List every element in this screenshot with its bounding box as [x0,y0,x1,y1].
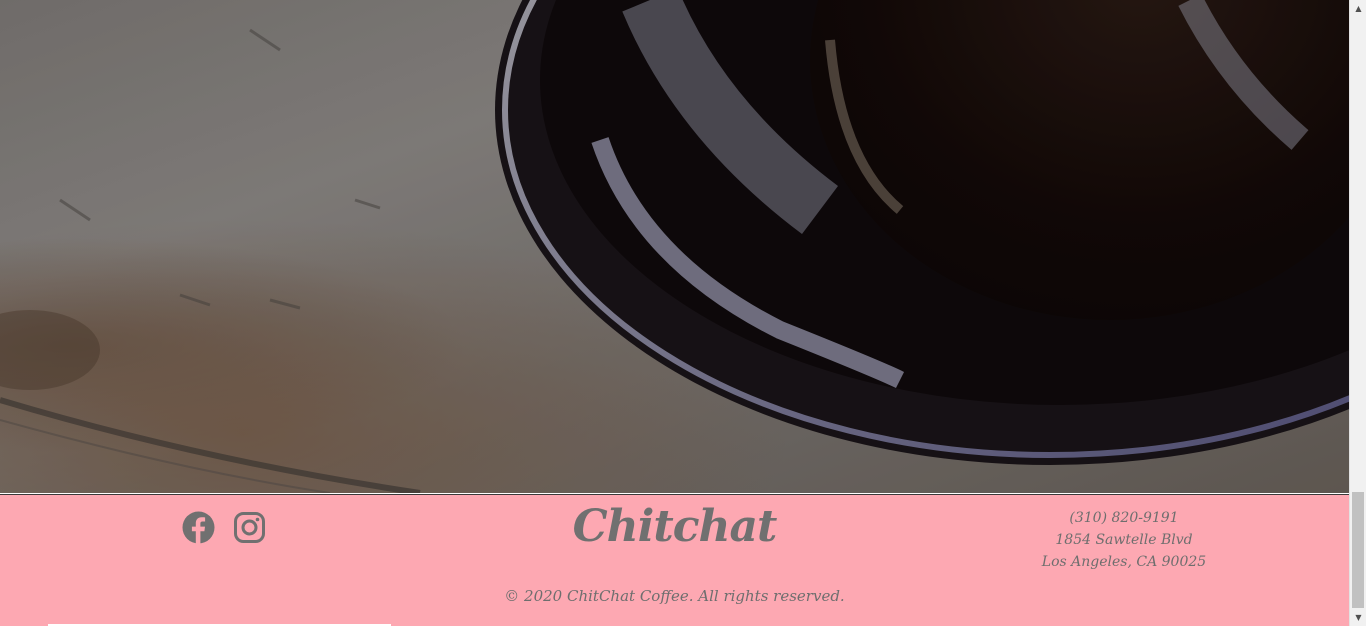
contact-info: (310) 820-9191 1854 Sawtelle Blvd Los An… [1024,507,1224,573]
contact-city: Los Angeles, CA 90025 [1041,554,1207,570]
vertical-scrollbar[interactable]: ▲ ▼ [1349,0,1366,626]
site-footer: Chitchat (310) 820-9191 1854 Sawtelle Bl… [0,494,1349,626]
hero-overlay [0,0,1349,493]
page: Chitchat (310) 820-9191 1854 Sawtelle Bl… [0,0,1366,626]
hero-coffee-image [0,0,1349,493]
contact-street: 1854 Sawtelle Blvd [1055,532,1193,548]
scroll-down-arrow-icon[interactable]: ▼ [1350,609,1366,626]
scrollbar-thumb[interactable] [1352,492,1364,608]
scroll-up-arrow-icon[interactable]: ▲ [1350,0,1366,17]
copyright-text: © 2020 ChitChat Coffee. All rights reser… [504,587,845,605]
contact-phone[interactable]: (310) 820-9191 [1024,507,1224,529]
